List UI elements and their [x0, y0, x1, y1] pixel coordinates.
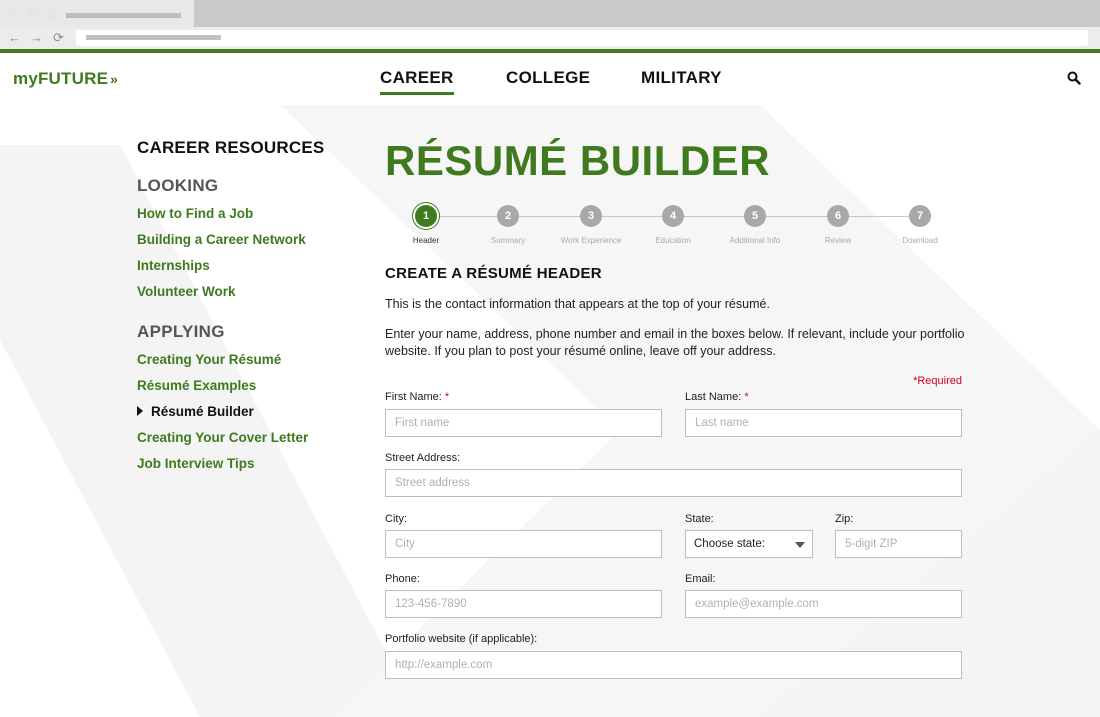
step-work-experience[interactable]: 3 Work Experience [546, 203, 636, 245]
sidebar-current-label: Résumé Builder [151, 404, 254, 419]
sidebar-link-volunteer[interactable]: Volunteer Work [137, 284, 236, 299]
step-header[interactable]: 1 Header [381, 203, 471, 245]
page-title: RÉSUMÉ BUILDER [385, 137, 771, 184]
email-label: Email: [685, 573, 716, 585]
sidebar-section-looking: LOOKING [137, 176, 219, 195]
required-marker: * [744, 391, 749, 403]
arrow-right-icon[interactable]: → [30, 27, 43, 49]
state-select[interactable]: Choose state: [685, 530, 813, 558]
last-name-label: Last Name: * [685, 391, 749, 403]
zip-field[interactable] [835, 530, 962, 558]
reload-icon[interactable]: ⟳ [53, 27, 64, 49]
sidebar-link-cover-letter[interactable]: Creating Your Cover Letter [137, 430, 308, 445]
sidebar-link-interview-tips[interactable]: Job Interview Tips [137, 456, 255, 471]
nav-military[interactable]: MILITARY [641, 68, 722, 88]
progress-stepper: 1 Header 2 Summary 3 Work Experience 4 E… [385, 203, 965, 251]
step-number: 6 [827, 205, 849, 227]
city-label: City: [385, 513, 407, 525]
step-label: Review [824, 236, 852, 245]
street-address-label: Street Address: [385, 452, 461, 464]
required-marker: * [444, 391, 450, 403]
portfolio-field[interactable] [385, 651, 962, 679]
logo-text: myFUTURE [13, 69, 109, 88]
state-label: State: [685, 513, 714, 525]
step-label: Header [412, 236, 440, 245]
instructions-line-2: website. If you plan to post your résumé… [385, 344, 776, 358]
street-address-field[interactable] [385, 469, 962, 497]
required-note: *Required [913, 375, 962, 387]
step-number: 3 [580, 205, 602, 227]
address-bar[interactable] [76, 30, 1088, 46]
city-field[interactable] [385, 530, 662, 558]
step-review[interactable]: 6 Review [793, 203, 883, 245]
state-selected-value: Choose state: [694, 538, 765, 550]
step-number: 2 [497, 205, 519, 227]
email-field[interactable] [685, 590, 962, 618]
address-placeholder [86, 35, 221, 40]
window-close-button[interactable] [7, 8, 19, 20]
intro-text: This is the contact information that app… [385, 297, 770, 311]
window-maximize-button[interactable] [46, 8, 58, 20]
step-label: Education [655, 236, 691, 245]
last-name-field[interactable] [685, 409, 962, 437]
step-label: Additional Info [729, 236, 781, 245]
phone-label: Phone: [385, 573, 420, 585]
sidebar-title: CAREER RESOURCES [137, 138, 325, 157]
step-label: Download [902, 236, 938, 245]
sidebar-link-resume-examples[interactable]: Résumé Examples [137, 378, 256, 393]
sidebar-link-creating-resume[interactable]: Creating Your Résumé [137, 352, 281, 367]
step-label: Summary [490, 236, 526, 245]
search-icon[interactable] [1067, 71, 1081, 85]
sidebar-link-find-job[interactable]: How to Find a Job [137, 206, 253, 221]
step-number: 5 [744, 205, 766, 227]
zip-label: Zip: [835, 513, 854, 525]
caret-right-icon [137, 406, 143, 416]
sidebar-section-applying: APPLYING [137, 322, 225, 341]
step-label: Work Experience [560, 236, 622, 245]
step-education[interactable]: 4 Education [628, 203, 718, 245]
instructions-line-1: Enter your name, address, phone number a… [385, 327, 965, 341]
phone-field[interactable] [385, 590, 662, 618]
window-minimize-button[interactable] [27, 8, 39, 20]
double-chevron-icon: » [110, 71, 119, 87]
first-name-field[interactable] [385, 409, 662, 437]
sidebar-link-internships[interactable]: Internships [137, 258, 210, 273]
step-number: 1 [415, 205, 437, 227]
tab-title-placeholder [66, 13, 181, 18]
label-text: First Name: [385, 391, 442, 403]
dropdown-arrow-icon [795, 542, 805, 548]
sidebar-link-career-network[interactable]: Building a Career Network [137, 232, 306, 247]
arrow-left-icon[interactable]: ← [8, 27, 21, 49]
step-download[interactable]: 7 Download [875, 203, 965, 245]
portfolio-label: Portfolio website (if applicable): [385, 633, 538, 645]
step-number: 4 [662, 205, 684, 227]
site-logo[interactable]: myFUTURE» [13, 69, 118, 89]
step-summary[interactable]: 2 Summary [463, 203, 553, 245]
step-number: 7 [909, 205, 931, 227]
nav-career[interactable]: CAREER [380, 68, 454, 95]
step-additional-info[interactable]: 5 Additional Info [710, 203, 800, 245]
brand-stripe [0, 49, 1100, 53]
section-heading: CREATE A RÉSUMÉ HEADER [385, 265, 602, 282]
nav-college[interactable]: COLLEGE [506, 68, 590, 88]
sidebar-link-resume-builder[interactable]: Résumé Builder [137, 404, 254, 419]
first-name-label: First Name: * [385, 391, 449, 403]
label-text: Last Name: [685, 391, 742, 403]
